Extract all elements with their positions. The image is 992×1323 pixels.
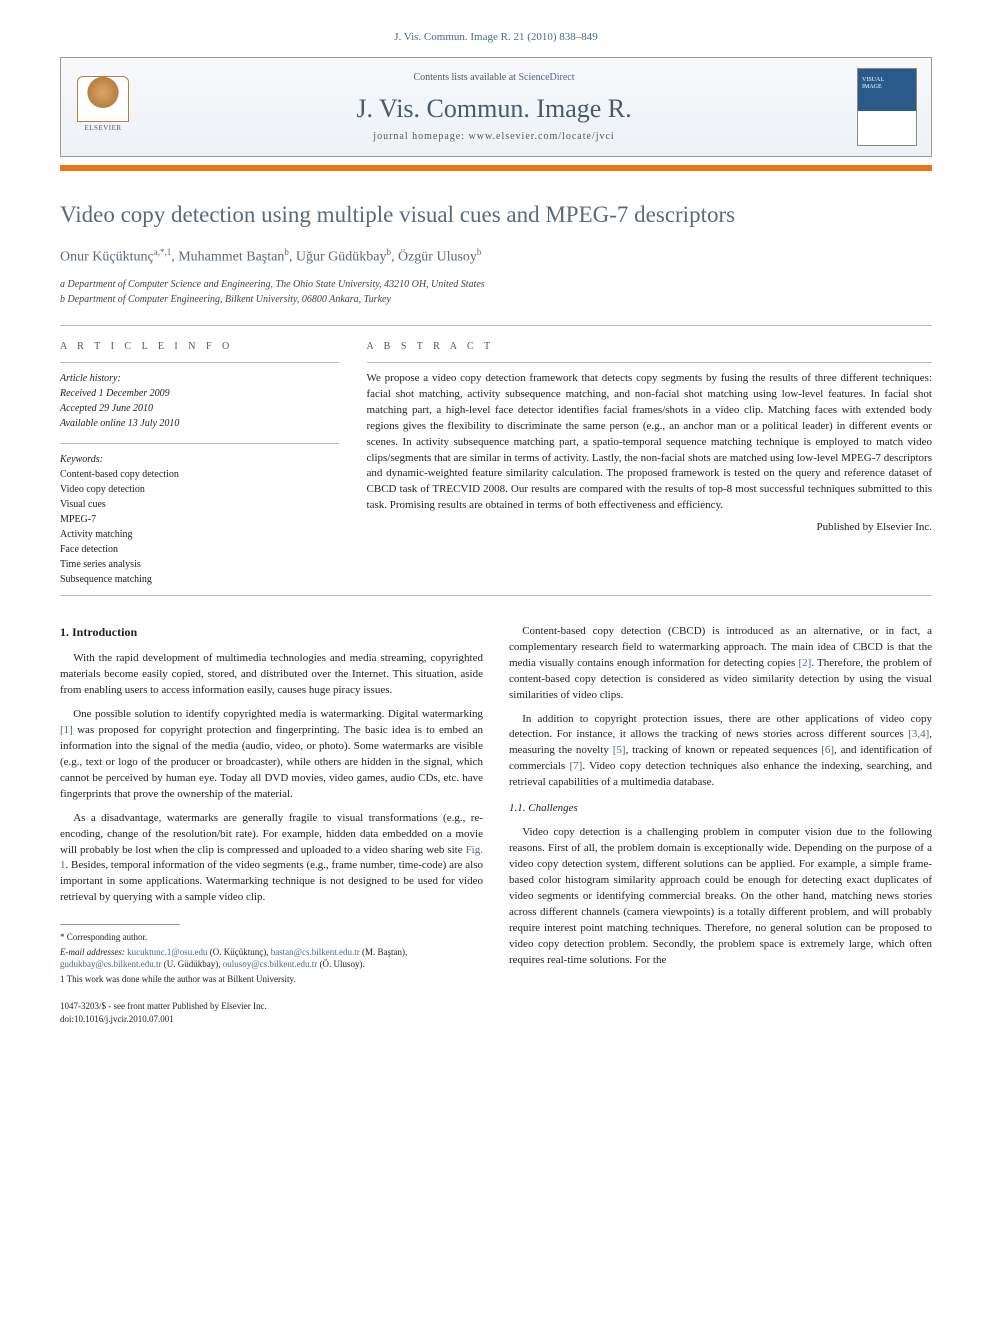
email-link[interactable]: gudukbay@cs.bilkent.edu.tr bbox=[60, 959, 162, 969]
article-history: Article history: Received 1 December 200… bbox=[60, 362, 339, 431]
keyword-item: Activity matching bbox=[60, 527, 339, 542]
history-received: Received 1 December 2009 bbox=[60, 386, 339, 401]
keyword-item: Face detection bbox=[60, 542, 339, 557]
divider bbox=[60, 595, 932, 596]
elsevier-logo: ELSEVIER bbox=[75, 76, 131, 138]
text-run: In addition to copyright protection issu… bbox=[509, 713, 932, 741]
journal-homepage: journal homepage: www.elsevier.com/locat… bbox=[145, 130, 843, 144]
header-citation: J. Vis. Commun. Image R. 21 (2010) 838–8… bbox=[60, 30, 932, 45]
keyword-item: Video copy detection bbox=[60, 482, 339, 497]
elsevier-label: ELSEVIER bbox=[84, 124, 121, 134]
affiliation-a: a Department of Computer Science and Eng… bbox=[60, 277, 932, 292]
journal-cover-thumbnail bbox=[857, 68, 917, 146]
email-owner: (O. Küçüktunç), bbox=[210, 947, 269, 957]
body-text: 1. Introduction With the rapid developme… bbox=[60, 624, 932, 1026]
author-1-sup: a,*,1 bbox=[154, 247, 172, 257]
history-accepted: Accepted 29 June 2010 bbox=[60, 401, 339, 416]
ref-link[interactable]: [7] bbox=[570, 760, 583, 772]
abstract-heading: A B S T R A C T bbox=[367, 340, 932, 354]
paragraph: One possible solution to identify copyri… bbox=[60, 707, 483, 803]
elsevier-tree-icon bbox=[77, 76, 129, 122]
text-run: , tracking of known or repeated sequence… bbox=[626, 744, 822, 756]
author-4-sup: b bbox=[477, 247, 482, 257]
keyword-item: Time series analysis bbox=[60, 557, 339, 572]
paragraph: With the rapid development of multimedia… bbox=[60, 651, 483, 699]
email-owner: (M. Baştan), bbox=[362, 947, 407, 957]
email-addresses: E-mail addresses: kucuktunc.1@osu.edu (O… bbox=[60, 946, 483, 971]
article-info-heading: A R T I C L E I N F O bbox=[60, 340, 339, 354]
section-1-title: 1. Introduction bbox=[60, 624, 483, 641]
text-run: . Besides, temporal information of the v… bbox=[60, 859, 483, 903]
history-label: Article history: bbox=[60, 371, 339, 386]
author-list: Onur Küçüktunça,*,1, Muhammet Baştanb, U… bbox=[60, 246, 932, 267]
section-1-1-title: 1.1. Challenges bbox=[509, 801, 932, 817]
contents-prefix: Contents lists available at bbox=[413, 72, 518, 83]
author-2-sup: b bbox=[284, 247, 289, 257]
paragraph: Video copy detection is a challenging pr… bbox=[509, 825, 932, 968]
ref-link[interactable]: [5] bbox=[613, 744, 626, 756]
email-owner: (Ö. Ulusoy). bbox=[320, 959, 365, 969]
sciencedirect-link[interactable]: ScienceDirect bbox=[518, 72, 574, 83]
bottom-meta: 1047-3203/$ - see front matter Published… bbox=[60, 1000, 483, 1026]
corresponding-author-note: * Corresponding author. bbox=[60, 931, 483, 944]
author-3-sup: b bbox=[386, 247, 391, 257]
email-link[interactable]: bastan@cs.bilkent.edu.tr bbox=[271, 947, 360, 957]
copyright-line: 1047-3203/$ - see front matter Published… bbox=[60, 1000, 483, 1013]
keyword-item: Content-based copy detection bbox=[60, 467, 339, 482]
ref-link[interactable]: [2] bbox=[798, 657, 811, 669]
paragraph: In addition to copyright protection issu… bbox=[509, 712, 932, 792]
author-1: Onur Küçüktunç bbox=[60, 249, 154, 264]
paragraph: As a disadvantage, watermarks are genera… bbox=[60, 811, 483, 907]
footnotes: * Corresponding author. E-mail addresses… bbox=[60, 931, 483, 985]
ref-link[interactable]: [6] bbox=[821, 744, 834, 756]
affiliation-b: b Department of Computer Engineering, Bi… bbox=[60, 292, 932, 307]
author-4: Özgür Ulusoy bbox=[398, 249, 477, 264]
paper-title: Video copy detection using multiple visu… bbox=[60, 199, 932, 231]
author-3: Uğur Güdükbay bbox=[296, 249, 387, 264]
journal-title: J. Vis. Commun. Image R. bbox=[145, 91, 843, 127]
affiliations: a Department of Computer Science and Eng… bbox=[60, 277, 932, 307]
emails-label: E-mail addresses: bbox=[60, 947, 125, 957]
divider bbox=[60, 325, 932, 326]
keyword-item: MPEG-7 bbox=[60, 512, 339, 527]
publisher-line: Published by Elsevier Inc. bbox=[367, 520, 932, 535]
author-2: Muhammet Baştan bbox=[178, 249, 284, 264]
paragraph: Content-based copy detection (CBCD) is i… bbox=[509, 624, 932, 704]
text-run: As a disadvantage, watermarks are genera… bbox=[60, 812, 483, 856]
doi-line: doi:10.1016/j.jvcir.2010.07.001 bbox=[60, 1013, 483, 1026]
contents-available-line: Contents lists available at ScienceDirec… bbox=[145, 71, 843, 85]
ref-link[interactable]: [3,4] bbox=[908, 728, 929, 740]
footnote-separator bbox=[60, 924, 180, 925]
email-link[interactable]: oulusoy@cs.bilkent.edu.tr bbox=[223, 959, 318, 969]
keyword-item: Subsequence matching bbox=[60, 572, 339, 587]
keyword-item: Visual cues bbox=[60, 497, 339, 512]
abstract-text: We propose a video copy detection framew… bbox=[367, 362, 932, 514]
history-online: Available online 13 July 2010 bbox=[60, 416, 339, 431]
email-link[interactable]: kucuktunc.1@osu.edu bbox=[127, 947, 207, 957]
text-run: was proposed for copyright protection an… bbox=[60, 724, 483, 800]
accent-bar bbox=[60, 165, 932, 171]
email-owner: (U. Güdükbay), bbox=[164, 959, 221, 969]
text-run: One possible solution to identify copyri… bbox=[73, 708, 483, 720]
journal-header-box: ELSEVIER Contents lists available at Sci… bbox=[60, 57, 932, 157]
keywords-block: Keywords: Content-based copy detection V… bbox=[60, 443, 339, 587]
ref-link[interactable]: [1] bbox=[60, 724, 73, 736]
footnote-1: 1 This work was done while the author wa… bbox=[60, 973, 483, 986]
keywords-label: Keywords: bbox=[60, 452, 339, 467]
